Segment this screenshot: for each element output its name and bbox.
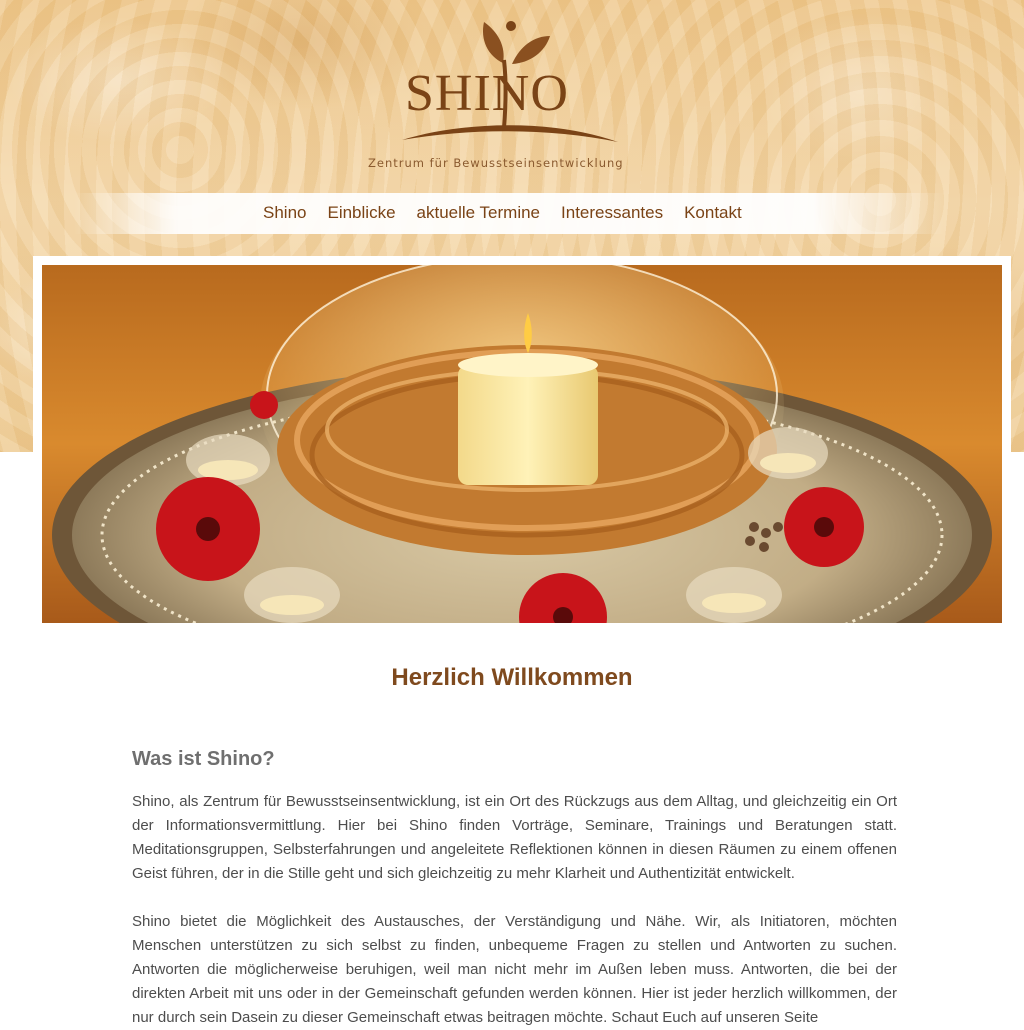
brand-tagline: Zentrum für Bewusstseinsentwicklung [368,156,624,170]
welcome-title: Herzlich Willkommen [391,664,633,691]
section-title: Was ist Shino? [132,748,275,770]
nav-item-interessantes[interactable]: Interessantes [561,203,663,223]
nav-item-termine[interactable]: aktuelle Termine [417,203,540,223]
brand-name: SHINO [405,65,569,122]
second-paragraph: Shino bietet die Möglichkeit des Austaus… [132,913,897,1026]
intro-paragraph: Shino, als Zentrum für Bewusstseinsentwi… [132,793,897,882]
nav-item-einblicke[interactable]: Einblicke [327,203,395,223]
nav-item-shino[interactable]: Shino [263,203,306,223]
hero-image [42,265,1002,623]
nav-item-kontakt[interactable]: Kontakt [684,203,742,223]
main-navigation: Shino Einblicke aktuelle Termine Interes… [74,193,944,234]
